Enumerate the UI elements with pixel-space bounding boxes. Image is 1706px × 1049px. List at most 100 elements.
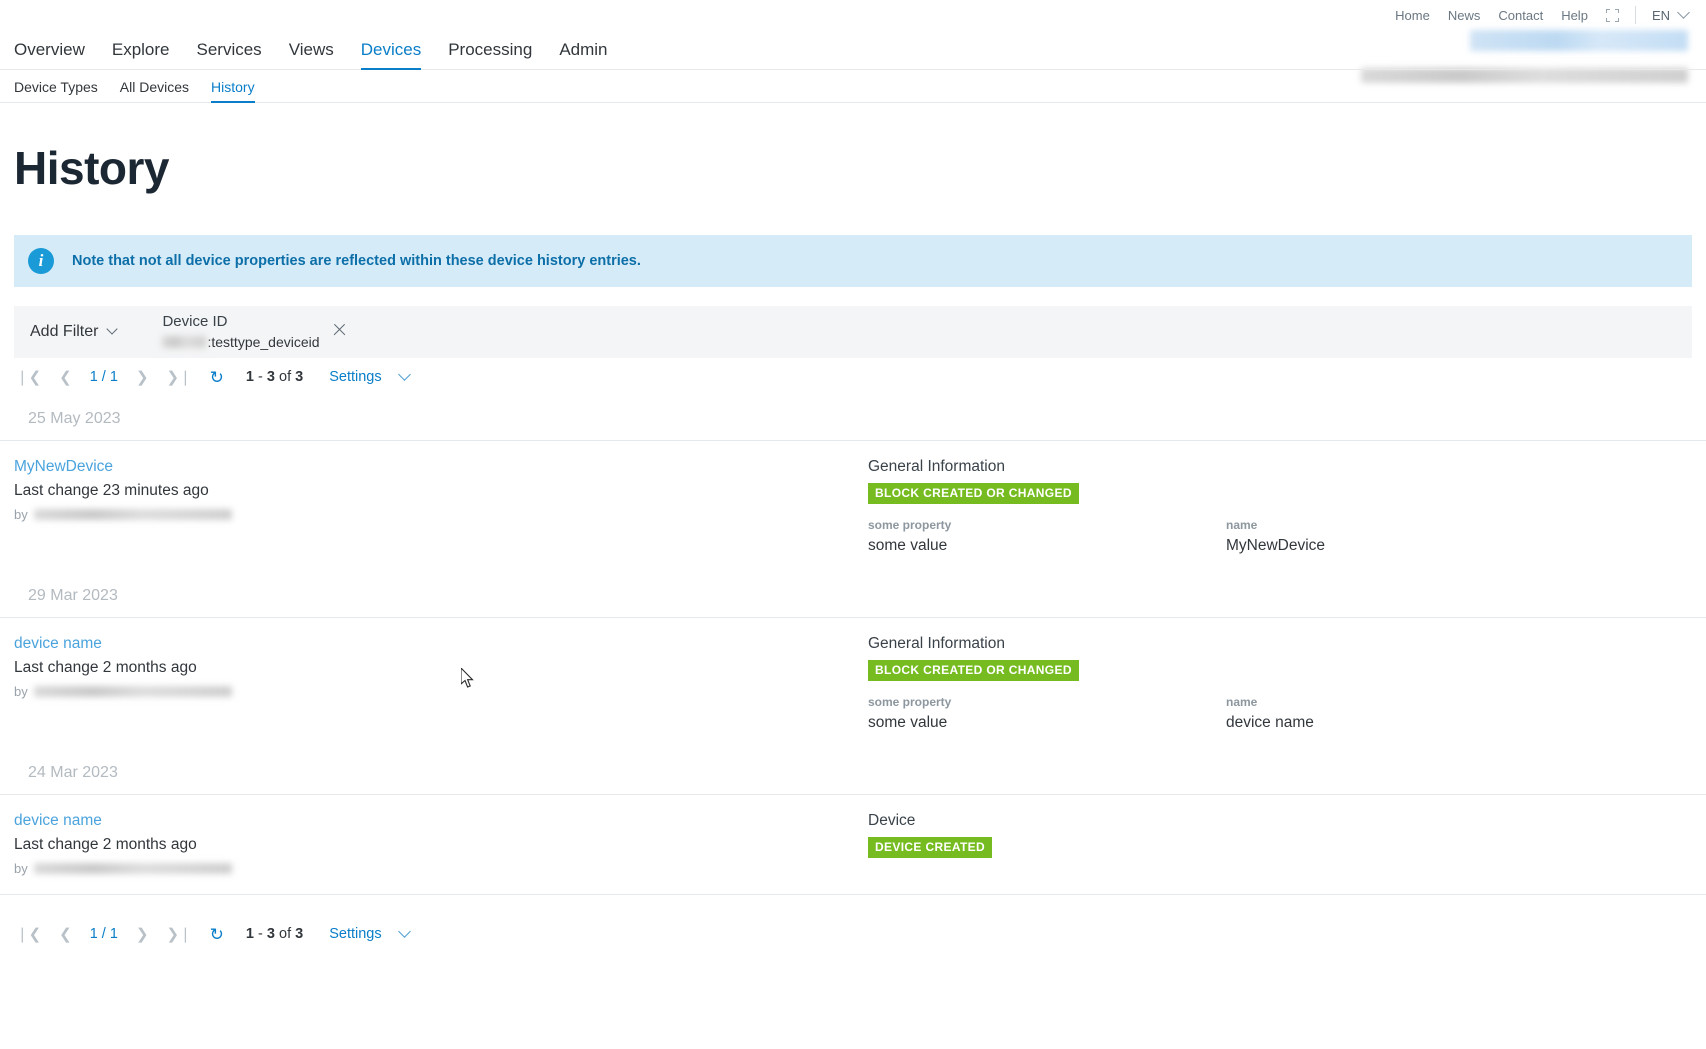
date-header: 29 Mar 2023	[28, 587, 118, 604]
changed-by: by	[14, 684, 866, 699]
pager-total: 3	[295, 369, 304, 385]
filter-chip-value-redacted	[162, 336, 207, 349]
divider	[1634, 6, 1636, 24]
close-icon[interactable]	[332, 322, 347, 337]
pager-next-button[interactable]: ❯	[136, 370, 149, 385]
chevron-down-icon	[106, 323, 119, 335]
language-selector[interactable]: EN	[1651, 5, 1690, 23]
pager-of-label: of	[279, 926, 292, 942]
nav-item-services[interactable]: Services	[197, 40, 262, 70]
history-entry-left: device name Last change 2 months ago by	[0, 635, 866, 732]
pager-position[interactable]: 1 / 1	[90, 926, 118, 942]
info-icon: i	[28, 248, 54, 274]
changed-by: by	[14, 861, 866, 876]
nav-item-devices[interactable]: Devices	[360, 40, 422, 70]
device-link[interactable]: MyNewDevice	[14, 458, 113, 476]
fullscreen-icon[interactable]	[1605, 8, 1619, 22]
meta-link-news[interactable]: News	[1448, 8, 1481, 23]
utility-bar: Home News Contact Help EN	[0, 0, 1706, 30]
tab-all-devices[interactable]: All Devices	[120, 79, 189, 103]
pager-prev-button[interactable]: ❮	[59, 370, 72, 385]
status-badge: BLOCK CREATED OR CHANGED	[868, 660, 1079, 681]
filter-chip-value-suffix: :testtype_deviceid	[207, 333, 320, 350]
changed-by-redacted	[33, 686, 232, 697]
nav-item-overview[interactable]: Overview	[14, 40, 85, 70]
property-cell: name MyNewDevice	[1226, 518, 1584, 555]
pager-settings-button[interactable]: Settings	[329, 369, 381, 385]
pager-range-to: 3	[266, 926, 275, 942]
pager-first-button[interactable]: ❘❮	[16, 927, 41, 942]
pager-settings-button[interactable]: Settings	[329, 926, 381, 942]
tab-history[interactable]: History	[211, 79, 255, 103]
history-entry: device name Last change 2 months ago by …	[0, 794, 1706, 894]
filter-chip-device-id: Device ID :testtype_deviceid	[162, 312, 346, 351]
meta-link-help[interactable]: Help	[1561, 8, 1588, 23]
status-badge: DEVICE CREATED	[868, 837, 993, 858]
pager-range-dash: -	[258, 926, 263, 942]
property-grid: some property some value name MyNewDevic…	[868, 518, 1706, 555]
chevron-down-icon[interactable]	[397, 924, 411, 938]
secondary-navigation: Device Types All Devices History	[0, 70, 1706, 103]
property-cell: name device name	[1226, 695, 1584, 732]
changed-by: by	[14, 507, 866, 522]
history-entry-left: device name Last change 2 months ago by	[0, 812, 866, 876]
property-cell: some property some value	[868, 695, 1226, 732]
language-label: EN	[1651, 7, 1670, 23]
last-change-text: Last change 2 months ago	[14, 659, 197, 676]
property-key: name	[1226, 518, 1258, 532]
refresh-icon[interactable]: ↻	[210, 926, 224, 943]
last-change-text: Last change 23 minutes ago	[14, 482, 209, 499]
pager-last-button[interactable]: ❯❘	[167, 927, 192, 942]
property-value: some value	[868, 537, 948, 554]
history-entry-left: MyNewDevice Last change 23 minutes ago b…	[0, 458, 866, 555]
primary-navigation: Overview Explore Services Views Devices …	[0, 30, 1706, 70]
pager-range-dash: -	[258, 369, 263, 385]
section-title: General Information	[868, 635, 1005, 652]
meta-link-contact[interactable]: Contact	[1498, 8, 1543, 23]
add-filter-button[interactable]: Add Filter	[30, 323, 119, 341]
pager-top: ❘❮ ❮ 1 / 1 ❯ ❯❘ ↻ 1 - 3 of 3 Settings	[0, 358, 1706, 396]
pager-last-button[interactable]: ❯❘	[167, 370, 192, 385]
pager-first-button[interactable]: ❘❮	[16, 370, 41, 385]
pager-range-from: 1	[245, 369, 254, 385]
pager-range-from: 1	[245, 926, 254, 942]
nav-item-admin[interactable]: Admin	[559, 40, 607, 70]
pager-range: 1 - 3 of 3	[246, 369, 303, 385]
chevron-down-icon[interactable]	[397, 367, 411, 381]
list-end-divider	[0, 894, 1706, 895]
device-link[interactable]: device name	[14, 635, 102, 653]
filter-chip-value: :testtype_deviceid	[162, 333, 320, 352]
history-entry-right: General Information BLOCK CREATED OR CHA…	[866, 635, 1706, 732]
last-change-text: Last change 2 months ago	[14, 836, 197, 853]
nav-item-processing[interactable]: Processing	[448, 40, 532, 70]
by-label: by	[14, 684, 28, 699]
filter-bar: Add Filter Device ID :testtype_deviceid	[14, 306, 1692, 358]
history-entry-right: General Information BLOCK CREATED OR CHA…	[866, 458, 1706, 555]
nav-item-explore[interactable]: Explore	[112, 40, 170, 70]
nav-item-views[interactable]: Views	[289, 40, 334, 70]
pager-next-button[interactable]: ❯	[136, 927, 149, 942]
refresh-icon[interactable]: ↻	[210, 369, 224, 386]
changed-by-redacted	[33, 509, 232, 520]
date-header: 25 May 2023	[28, 410, 121, 427]
pager-bottom: ❘❮ ❮ 1 / 1 ❯ ❯❘ ↻ 1 - 3 of 3 Settings	[0, 915, 1706, 953]
meta-link-home[interactable]: Home	[1395, 8, 1430, 23]
history-entry-right: Device DEVICE CREATED	[866, 812, 1706, 876]
device-link[interactable]: device name	[14, 812, 102, 830]
changed-by-redacted	[33, 863, 232, 874]
info-banner: i Note that not all device properties ar…	[14, 235, 1692, 287]
pager-position[interactable]: 1 / 1	[90, 369, 118, 385]
pager-prev-button[interactable]: ❮	[59, 927, 72, 942]
date-header: 24 Mar 2023	[28, 764, 118, 781]
property-value: MyNewDevice	[1226, 537, 1326, 554]
history-entry: device name Last change 2 months ago by …	[0, 617, 1706, 750]
by-label: by	[14, 861, 28, 876]
pager-of-label: of	[279, 369, 292, 385]
property-key: some property	[868, 518, 952, 532]
section-title: General Information	[868, 458, 1005, 475]
tab-device-types[interactable]: Device Types	[14, 79, 98, 103]
property-key: name	[1226, 695, 1258, 709]
history-entry: MyNewDevice Last change 23 minutes ago b…	[0, 440, 1706, 573]
add-filter-label: Add Filter	[30, 323, 99, 340]
property-cell: some property some value	[868, 518, 1226, 555]
